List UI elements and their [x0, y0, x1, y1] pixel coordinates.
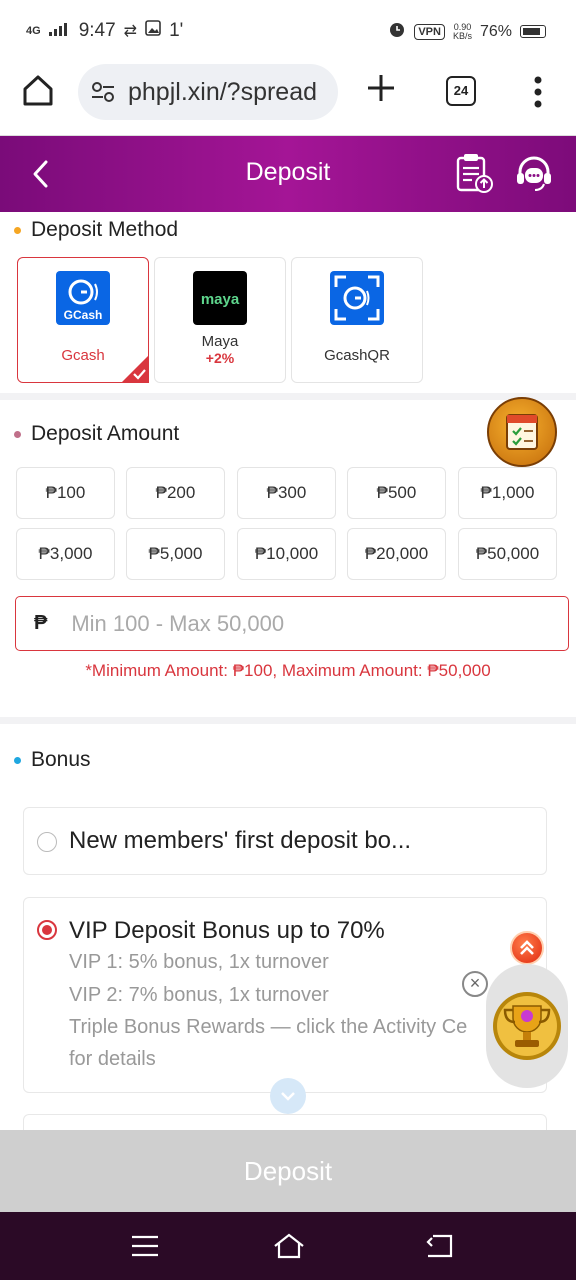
amount-input-field[interactable]: ₱	[15, 596, 569, 651]
amount-option[interactable]: ₱50,000	[458, 528, 557, 580]
double-chevron-up-icon	[520, 940, 534, 955]
new-tab-button[interactable]	[364, 72, 398, 112]
method-maya[interactable]: maya Maya +2%	[154, 257, 286, 383]
section-dot	[14, 430, 21, 438]
maya-logo: maya	[193, 271, 247, 325]
method-gcashqr[interactable]: GcashQR	[291, 257, 423, 383]
battery-icon	[520, 25, 546, 38]
amount-limit-note: *Minimum Amount: ₱100, Maximum Amount: ₱…	[85, 661, 491, 680]
svg-text:GCash: GCash	[64, 308, 103, 322]
network-indicator: 4G	[26, 25, 41, 37]
deposit-record-button[interactable]	[454, 152, 494, 194]
deposit-method-heading: Deposit Method	[14, 218, 178, 242]
method-name: Maya	[201, 333, 239, 350]
gcashqr-logo	[330, 271, 384, 325]
amount-input[interactable]	[71, 610, 512, 637]
section-dot	[14, 226, 21, 234]
amount-option[interactable]: ₱20,000	[347, 528, 446, 580]
more-vertical-icon	[534, 76, 542, 108]
system-navigation-bar	[0, 1212, 576, 1280]
activity-calendar-float-button[interactable]	[487, 397, 557, 467]
radio-button[interactable]	[37, 832, 57, 852]
trophy-icon	[493, 992, 561, 1060]
back-arrow-icon	[426, 1234, 453, 1258]
plus-icon	[368, 75, 394, 101]
amount-option[interactable]: ₱500	[347, 467, 446, 519]
close-icon: ×	[469, 973, 481, 993]
method-bonus-badge: +2%	[205, 350, 235, 366]
menu-icon	[132, 1235, 158, 1257]
amount-option[interactable]: ₱200	[126, 467, 225, 519]
clock: 9:47	[78, 20, 116, 41]
bonus-detail-line: VIP 1: 5% bonus, 1x turnover	[69, 951, 329, 973]
status-bar: 4G 9:47 ⇄ 1' VPN 0.90 KB/s 76%	[0, 0, 576, 64]
section-divider	[0, 717, 576, 724]
bonus-detail-line: Triple Bonus Rewards — click the Activit…	[69, 1016, 468, 1038]
app-header: Deposit	[0, 136, 576, 212]
site-settings-icon[interactable]	[90, 79, 116, 105]
amount-option[interactable]: ₱300	[237, 467, 336, 519]
signal-icon	[48, 20, 71, 42]
bonus-option-new-member[interactable]: New members' first deposit bo...	[23, 807, 547, 875]
home-icon	[23, 75, 53, 106]
amount-option[interactable]: ₱10,000	[237, 528, 336, 580]
scroll-down-hint[interactable]	[270, 1078, 306, 1114]
browser-menu-button[interactable]	[526, 74, 550, 110]
bonus-detail-line: VIP 2: 7% bonus, 1x turnover	[69, 984, 329, 1006]
close-float-button[interactable]: ×	[462, 971, 488, 997]
vpn-badge: VPN	[414, 23, 445, 40]
calendar-check-icon	[506, 414, 538, 450]
url-text: phpjl.xin/?spread	[128, 77, 318, 106]
recent-apps-button[interactable]	[130, 1232, 160, 1260]
method-gcash[interactable]: GCash Gcash	[17, 257, 149, 383]
bonus-heading: Bonus	[14, 748, 91, 772]
activity-trophy-float-button[interactable]	[486, 964, 568, 1088]
svg-text:maya: maya	[201, 291, 240, 308]
browser-toolbar: phpjl.xin/?spread 24	[0, 64, 576, 136]
address-bar[interactable]: phpjl.xin/?spread	[78, 64, 338, 120]
method-name: GcashQR	[324, 347, 390, 364]
home-nav-button[interactable]	[272, 1232, 306, 1260]
tab-switcher-button[interactable]: 24	[446, 76, 476, 106]
notification-icon: ⇄	[123, 23, 138, 40]
back-nav-button[interactable]	[424, 1232, 454, 1260]
gcash-logo: GCash	[56, 271, 110, 325]
customer-support-button[interactable]	[514, 154, 554, 194]
amount-option[interactable]: ₱100	[16, 467, 115, 519]
headset-icon	[517, 156, 551, 191]
section-dot	[14, 756, 21, 764]
chevron-down-icon	[281, 1092, 295, 1101]
bonus-option-title: VIP Deposit Bonus up to 70%	[69, 917, 385, 944]
image-icon	[145, 20, 161, 42]
battery-level: 76%	[479, 22, 512, 40]
deposit-amount-heading: Deposit Amount	[14, 422, 179, 446]
deposit-bar: Deposit	[0, 1130, 576, 1212]
amount-option[interactable]: ₱1,000	[458, 467, 557, 519]
home-outline-icon	[274, 1233, 304, 1259]
scroll-top-button[interactable]	[510, 931, 544, 965]
currency-symbol: ₱	[34, 612, 48, 634]
deposit-button[interactable]: Deposit	[0, 1130, 576, 1212]
amount-option[interactable]: ₱5,000	[126, 528, 225, 580]
status-extra: 1'	[169, 20, 184, 41]
home-button[interactable]	[20, 72, 60, 112]
amount-option[interactable]: ₱3,000	[16, 528, 115, 580]
radio-button-selected[interactable]	[37, 920, 57, 940]
selected-check-icon	[121, 355, 149, 383]
bonus-option-title: New members' first deposit bo...	[69, 827, 412, 854]
clipboard-upload-icon	[456, 154, 493, 193]
network-speed: 0.90 KB/s	[452, 21, 472, 41]
bonus-detail-line: for details	[69, 1048, 156, 1070]
alarm-icon	[388, 20, 406, 43]
